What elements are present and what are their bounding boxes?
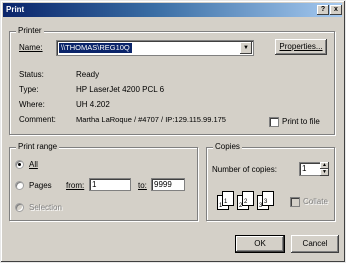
cancel-button[interactable]: Cancel (291, 235, 339, 253)
copies-group: Copies Number of copies: 1 ▲ ▼ 1 1 2 2 3… (206, 142, 335, 221)
print-range-group: Print range All Pages from: 1 to: 9999 S… (9, 142, 198, 221)
type-value: HP LaserJet 4200 PCL 6 (76, 85, 165, 94)
help-button[interactable]: ? (317, 5, 329, 15)
properties-button[interactable]: Properties... (275, 39, 327, 55)
print-range-label: Print range (16, 142, 60, 151)
printer-group-label: Printer (16, 26, 44, 35)
to-label: to: (138, 181, 147, 190)
printer-group: Printer Name: \\THOMAS\REG10Q ▼ Properti… (9, 26, 335, 135)
where-value: UH 4.202 (76, 100, 110, 109)
properties-button-label: Properties... (279, 42, 323, 51)
status-label: Status: (19, 70, 44, 79)
page-icon: 2 (242, 191, 254, 206)
spin-up-icon[interactable]: ▲ (320, 162, 329, 169)
comment-label: Comment: (19, 115, 56, 124)
spin-down-icon[interactable]: ▼ (320, 169, 329, 176)
dialog-title: Print (6, 5, 25, 14)
copies-input[interactable]: 1 (299, 162, 321, 176)
all-label[interactable]: All (29, 160, 38, 169)
type-label: Type: (19, 85, 39, 94)
print-to-file-label[interactable]: Print to file (282, 117, 320, 126)
ok-button[interactable]: OK (235, 235, 285, 253)
printer-name-value: \\THOMAS\REG10Q (59, 43, 132, 53)
dropdown-arrow-icon[interactable]: ▼ (240, 42, 252, 54)
selection-label[interactable]: Selection (29, 203, 62, 212)
print-to-file-checkbox[interactable] (269, 117, 279, 127)
to-input[interactable]: 9999 (151, 178, 185, 191)
from-label: from: (66, 181, 85, 190)
collate-label[interactable]: Collate (303, 197, 328, 206)
name-label-text: Name: (19, 43, 43, 52)
from-input[interactable]: 1 (89, 178, 131, 191)
selection-radio[interactable] (15, 203, 24, 212)
comment-value: Martha LaRoque / #4707 / IP:129.115.99.1… (76, 115, 226, 124)
where-label: Where: (19, 100, 45, 109)
status-value: Ready (76, 70, 100, 79)
close-button[interactable]: x (330, 5, 342, 15)
pages-label[interactable]: Pages (29, 181, 52, 190)
printer-name-combobox[interactable]: \\THOMAS\REG10Q ▼ (56, 40, 254, 56)
title-bar[interactable]: Print ? x (3, 3, 342, 17)
page-icon: 1 (222, 191, 234, 206)
print-dialog: Print ? x Printer Name: \\THOMAS\REG10Q … (0, 0, 346, 263)
number-of-copies-label: Number of copies: (212, 165, 277, 174)
pages-radio[interactable] (15, 181, 24, 190)
copies-group-label: Copies (213, 142, 242, 151)
page-icon: 3 (262, 191, 274, 206)
name-label: Name: (19, 43, 43, 52)
all-radio[interactable] (15, 160, 24, 169)
collate-checkbox[interactable] (290, 197, 300, 207)
